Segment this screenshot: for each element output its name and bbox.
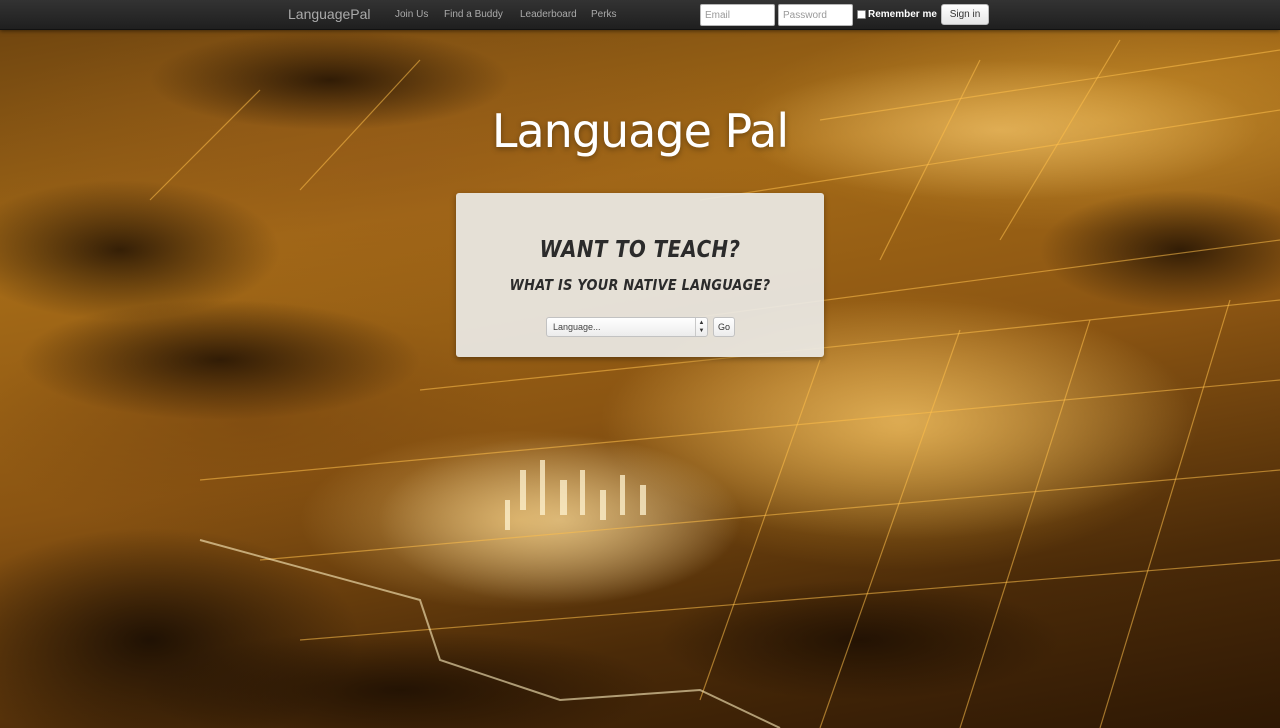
site-logo: Language Pal	[491, 104, 789, 158]
select-arrows-icon: ▲ ▼	[695, 318, 707, 336]
panel-title: WANT TO TEACH?	[539, 237, 741, 263]
email-field[interactable]	[700, 4, 775, 26]
nav-find-a-buddy[interactable]: Find a Buddy	[444, 9, 503, 20]
sign-in-button[interactable]: Sign in	[941, 4, 989, 25]
language-select-value: Language...	[553, 322, 601, 332]
top-navbar: LanguagePal Join Us Find a Buddy Leaderb…	[0, 0, 1280, 30]
remember-me-label: Remember me	[868, 9, 937, 20]
nav-join-us[interactable]: Join Us	[395, 9, 428, 20]
panel-subtitle: WHAT IS YOUR NATIVE LANGUAGE?	[509, 276, 771, 294]
remember-me-checkbox[interactable]	[857, 10, 866, 19]
password-field[interactable]	[778, 4, 853, 26]
nav-perks[interactable]: Perks	[591, 9, 617, 20]
nav-leaderboard[interactable]: Leaderboard	[520, 9, 577, 20]
go-button[interactable]: Go	[713, 317, 735, 337]
brand-link[interactable]: LanguagePal	[288, 6, 371, 22]
teach-panel: WANT TO TEACH? WHAT IS YOUR NATIVE LANGU…	[456, 193, 824, 357]
language-select[interactable]: Language... ▲ ▼	[546, 317, 708, 337]
